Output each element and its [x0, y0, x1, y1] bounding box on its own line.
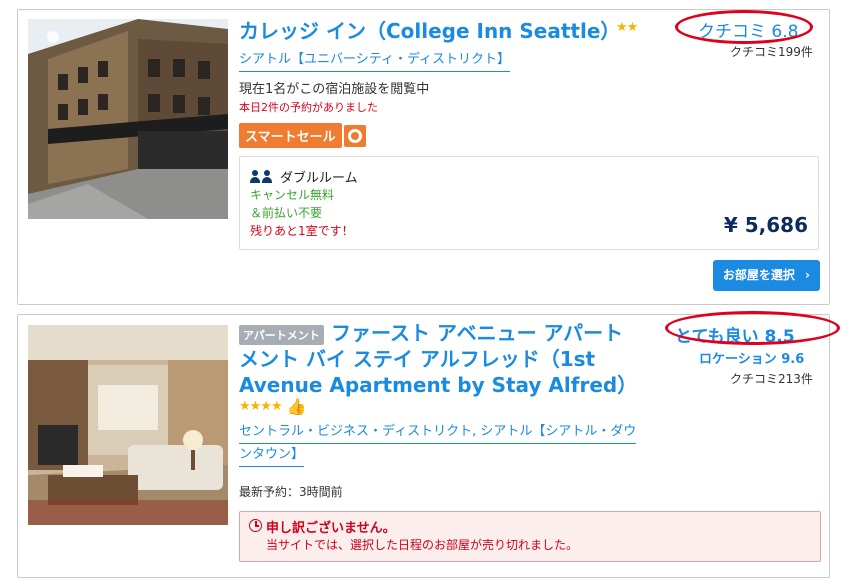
hotel-card-first-avenue: アパートメント ファースト アベニュー アパートメント バイ ステイ アルフレッ…	[17, 311, 840, 578]
room-offer-box: ダブルルーム キャンセル無料 ＆前払い不要 残りあと1室です！ ¥ 5,686	[239, 156, 819, 250]
room-type: ダブルルーム	[250, 167, 358, 186]
last-booking-text: 最新予約：3時間前	[239, 485, 343, 499]
room-price: ¥ 5,686	[723, 213, 808, 237]
hotel-name-link[interactable]: ファースト アベニュー アパートメント バイ ステイ アルフレッド（1st Av…	[239, 320, 639, 398]
review-count[interactable]: クチコミ213件	[730, 370, 813, 387]
room-type-label: ダブルルーム	[280, 171, 358, 186]
sold-out-notice: 申し訳ございません。 当サイトでは、選択した日程のお部屋が売り切れました。	[239, 511, 821, 562]
review-count[interactable]: クチコミ199件	[730, 43, 813, 60]
no-prepay-text: ＆前払い不要	[250, 206, 323, 220]
red-annotation-circle	[675, 10, 813, 44]
viewing-now-text: 現在1名がこの宿泊施設を閲覧中	[239, 82, 430, 97]
star-rating-stars: ★★★★	[239, 399, 283, 414]
hotel-photo[interactable]	[28, 19, 228, 219]
location-score: ロケーション 9.6	[699, 352, 805, 367]
hotel-location-link[interactable]: セントラル・ビジネス・ディストリクト, シアトル【シアトル・ダウ ンタウン】	[239, 421, 637, 467]
hotel-name-link[interactable]: カレッジ イン（College Inn Seattle）	[239, 15, 620, 44]
free-cancel-text: キャンセル無料	[250, 188, 335, 202]
select-room-button[interactable]: お部屋を選択 ›	[712, 260, 820, 291]
booked-today-text: 本日2件の予約がありました	[239, 101, 378, 114]
select-room-label: お部屋を選択	[722, 268, 795, 282]
hotel-location-link[interactable]: シアトル【ユニバーシティ・ディストリクト】	[239, 48, 511, 72]
chevron-right-icon: ›	[805, 268, 810, 282]
smart-sale-badge: スマートセール	[239, 123, 366, 148]
hotel-card-college-inn: カレッジ イン（College Inn Seattle） ★★ クチコミ 6.8…	[17, 9, 830, 305]
location-line-1: セントラル・ビジネス・ディストリクト, シアトル【シアトル・ダウ	[239, 421, 637, 444]
red-annotation-circle	[665, 311, 840, 345]
rooms-left-text: 残りあと1室です！	[250, 224, 354, 238]
sold-out-text: 当サイトでは、選択した日程のお部屋が売り切れました。	[266, 538, 579, 552]
clock-icon	[249, 519, 262, 532]
two-persons-icon	[250, 169, 274, 184]
hotel-photo[interactable]	[28, 325, 228, 525]
smart-sale-label: スマートセール	[239, 123, 342, 148]
piggy-bank-icon	[343, 124, 366, 147]
star-rating: ★★	[616, 20, 638, 35]
thumbs-up-icon: 👍	[286, 397, 307, 416]
location-line-2: ンタウン】	[239, 444, 305, 467]
star-rating: ★★★★ 👍	[239, 397, 307, 416]
sold-out-title: 申し訳ございません。	[266, 521, 396, 536]
